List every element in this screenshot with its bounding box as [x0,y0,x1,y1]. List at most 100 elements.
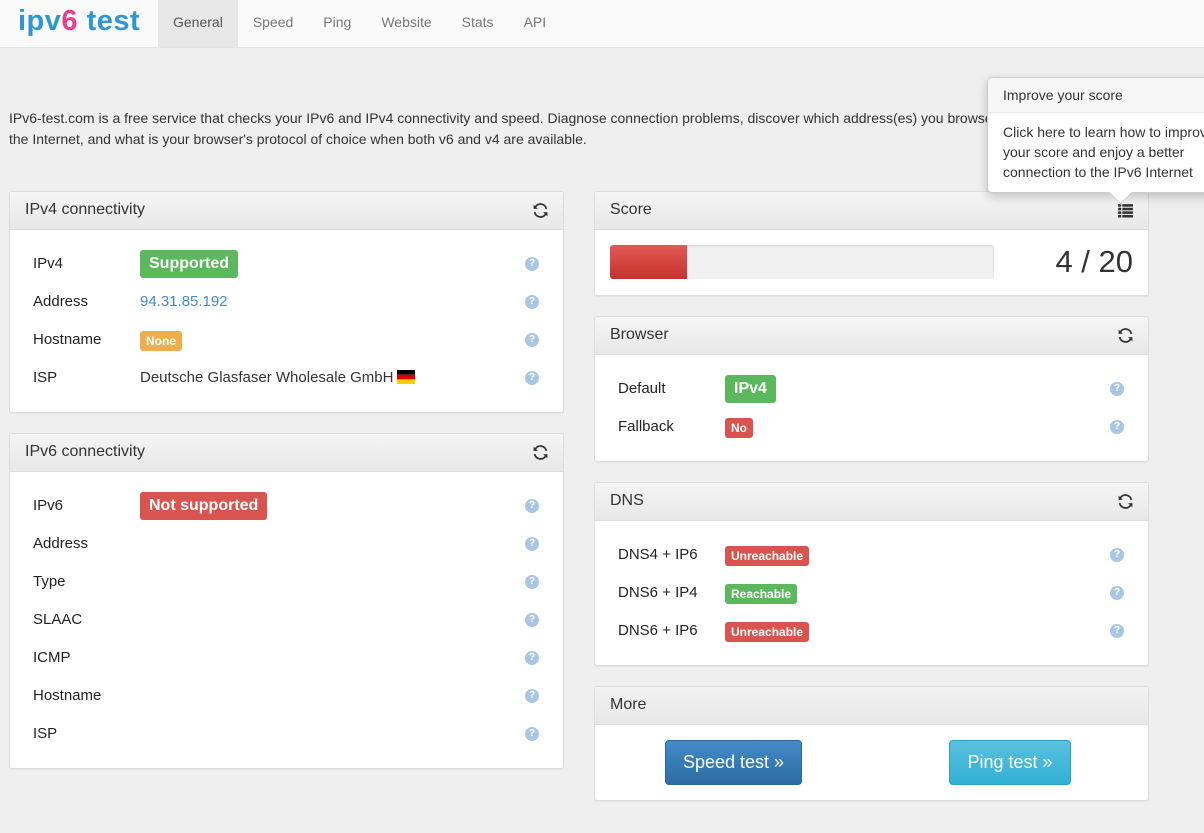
ipv6-panel-title: IPv6 connectivity [25,443,146,460]
ipv6-row-type: Type ? [10,570,563,594]
browser-row-default: Default IPv4 ? [595,375,1148,403]
tab-api[interactable]: API [509,0,562,47]
type-label: Type [33,573,66,590]
dns-panel: DNS DNS4 + IP6 Unreachable ? DNS6 + IP4 … [594,482,1149,666]
dns-row-dns6-ip6: DNS6 + IP6 Unreachable ? [595,619,1148,643]
ipv4-panel-title: IPv4 connectivity [25,201,146,218]
browser-row-fallback: Fallback No ? [595,415,1148,439]
refresh-icon[interactable] [1117,493,1134,510]
fallback-no-badge: No [725,418,753,438]
help-icon[interactable]: ? [525,333,539,347]
help-icon[interactable]: ? [525,257,539,271]
logo-text-ipv: ipv [18,5,62,37]
score-panel-header: Score [595,192,1148,230]
address-label: Address [33,535,89,552]
ipv4-row-address: Address 94.31.85.192 ? [10,290,563,314]
tab-website[interactable]: Website [366,0,446,47]
dns-row-dns4-ip6: DNS4 + IP6 Unreachable ? [595,543,1148,567]
help-icon[interactable]: ? [525,689,539,703]
dns-row-dns6-ip4: DNS6 + IP4 Reachable ? [595,581,1148,605]
help-icon[interactable]: ? [1110,420,1124,434]
help-icon[interactable]: ? [1110,624,1124,638]
more-panel-header: More [595,687,1148,725]
speed-test-button[interactable]: Speed test » [665,740,802,785]
tab-stats[interactable]: Stats [447,0,509,47]
help-icon[interactable]: ? [1110,548,1124,562]
hostname-label: Hostname [33,687,102,704]
help-icon[interactable]: ? [525,499,539,513]
popover-line: Click here to learn how to improve [1003,124,1204,140]
default-label: Default [618,380,666,397]
ipv4-label: IPv4 [33,255,64,272]
ipv6-row-icmp: ICMP ? [10,646,563,670]
popover-line: connection to the IPv6 Internet [1003,164,1193,180]
score-value: 4 / 20 [1055,244,1133,279]
dns6-ip6-label: DNS6 + IP6 [618,622,698,639]
site-logo[interactable]: ipv6 test [18,2,140,40]
ping-test-button[interactable]: Ping test » [949,740,1071,785]
fallback-label: Fallback [618,418,674,435]
ipv4-address-link[interactable]: 94.31.85.192 [140,290,228,314]
dns-panel-title: DNS [610,492,644,509]
dns-panel-header: DNS [595,483,1148,521]
browser-panel: Browser Default IPv4 ? Fallback No ? [594,316,1149,462]
ipv6-row-address: Address ? [10,532,563,556]
help-icon[interactable]: ? [525,613,539,627]
slaac-label: SLAAC [33,611,83,628]
icmp-label: ICMP [33,649,71,666]
help-icon[interactable]: ? [1110,586,1124,600]
hostname-none-badge: None [140,331,182,351]
ipv6-row-status: IPv6 Not supported ? [10,492,563,520]
help-icon[interactable]: ? [1110,382,1124,396]
help-icon[interactable]: ? [525,537,539,551]
ipv6-row-slaac: SLAAC ? [10,608,563,632]
score-progress-fill [610,245,687,279]
logo-text-6: 6 [61,5,79,37]
help-icon[interactable]: ? [525,295,539,309]
popover-title: Improve your score [988,78,1204,113]
logo-text-test: test [78,5,141,37]
score-panel-title: Score [610,201,652,218]
ipv6-row-hostname: Hostname ? [10,684,563,708]
ipv4-supported-badge: Supported [140,250,238,278]
more-panel: More Speed test » Ping test » [594,686,1149,801]
tab-general[interactable]: General [158,0,238,47]
help-icon[interactable]: ? [525,651,539,665]
isp-label: ISP [33,725,58,742]
ipv6-label: IPv6 [33,497,64,514]
address-label: Address [33,293,89,310]
score-progress-bar [610,245,994,279]
dns4-ip6-status-badge: Unreachable [725,546,810,566]
help-icon[interactable]: ? [525,727,539,741]
ipv4-row-isp: ISP Deutsche Glasfaser Wholesale GmbH ? [10,366,563,390]
isp-value: Deutsche Glasfaser Wholesale GmbH [140,369,394,386]
main-nav: General Speed Ping Website Stats API [158,0,561,47]
tab-ping[interactable]: Ping [308,0,366,47]
top-navbar: ipv6 test General Speed Ping Website Sta… [0,0,1204,48]
refresh-icon[interactable] [532,444,549,461]
help-icon[interactable]: ? [525,575,539,589]
ipv4-row-status: IPv4 Supported ? [10,250,563,278]
dns6-ip4-label: DNS6 + IP4 [618,584,698,601]
ipv6-row-isp: ISP ? [10,722,563,746]
default-ipv4-badge: IPv4 [725,375,776,403]
dns6-ip4-status-badge: Reachable [725,584,798,604]
dns4-ip6-label: DNS4 + IP6 [618,546,698,563]
popover-body: Click here to learn how to improve your … [988,113,1204,191]
intro-text: IPv6-test.com is a free service that che… [9,110,993,147]
isp-label: ISP [33,369,58,386]
tab-speed[interactable]: Speed [238,0,308,47]
refresh-icon[interactable] [1117,327,1134,344]
popover-line: your score and enjoy a better [1003,144,1185,160]
ipv4-panel: IPv4 connectivity IPv4 Supported ? Addre… [9,191,564,413]
ipv4-row-hostname: Hostname None ? [10,328,563,352]
browser-panel-title: Browser [610,326,669,343]
improve-score-popover[interactable]: Improve your score Click here to learn h… [987,77,1204,205]
refresh-icon[interactable] [532,202,549,219]
score-panel: Score 4 / 20 [594,191,1149,296]
ipv4-panel-header: IPv4 connectivity [10,192,563,230]
help-icon[interactable]: ? [525,371,539,385]
ipv6-panel: IPv6 connectivity IPv6 Not supported ? A… [9,433,564,769]
ipv6-panel-header: IPv6 connectivity [10,434,563,472]
ipv6-not-supported-badge: Not supported [140,492,268,520]
